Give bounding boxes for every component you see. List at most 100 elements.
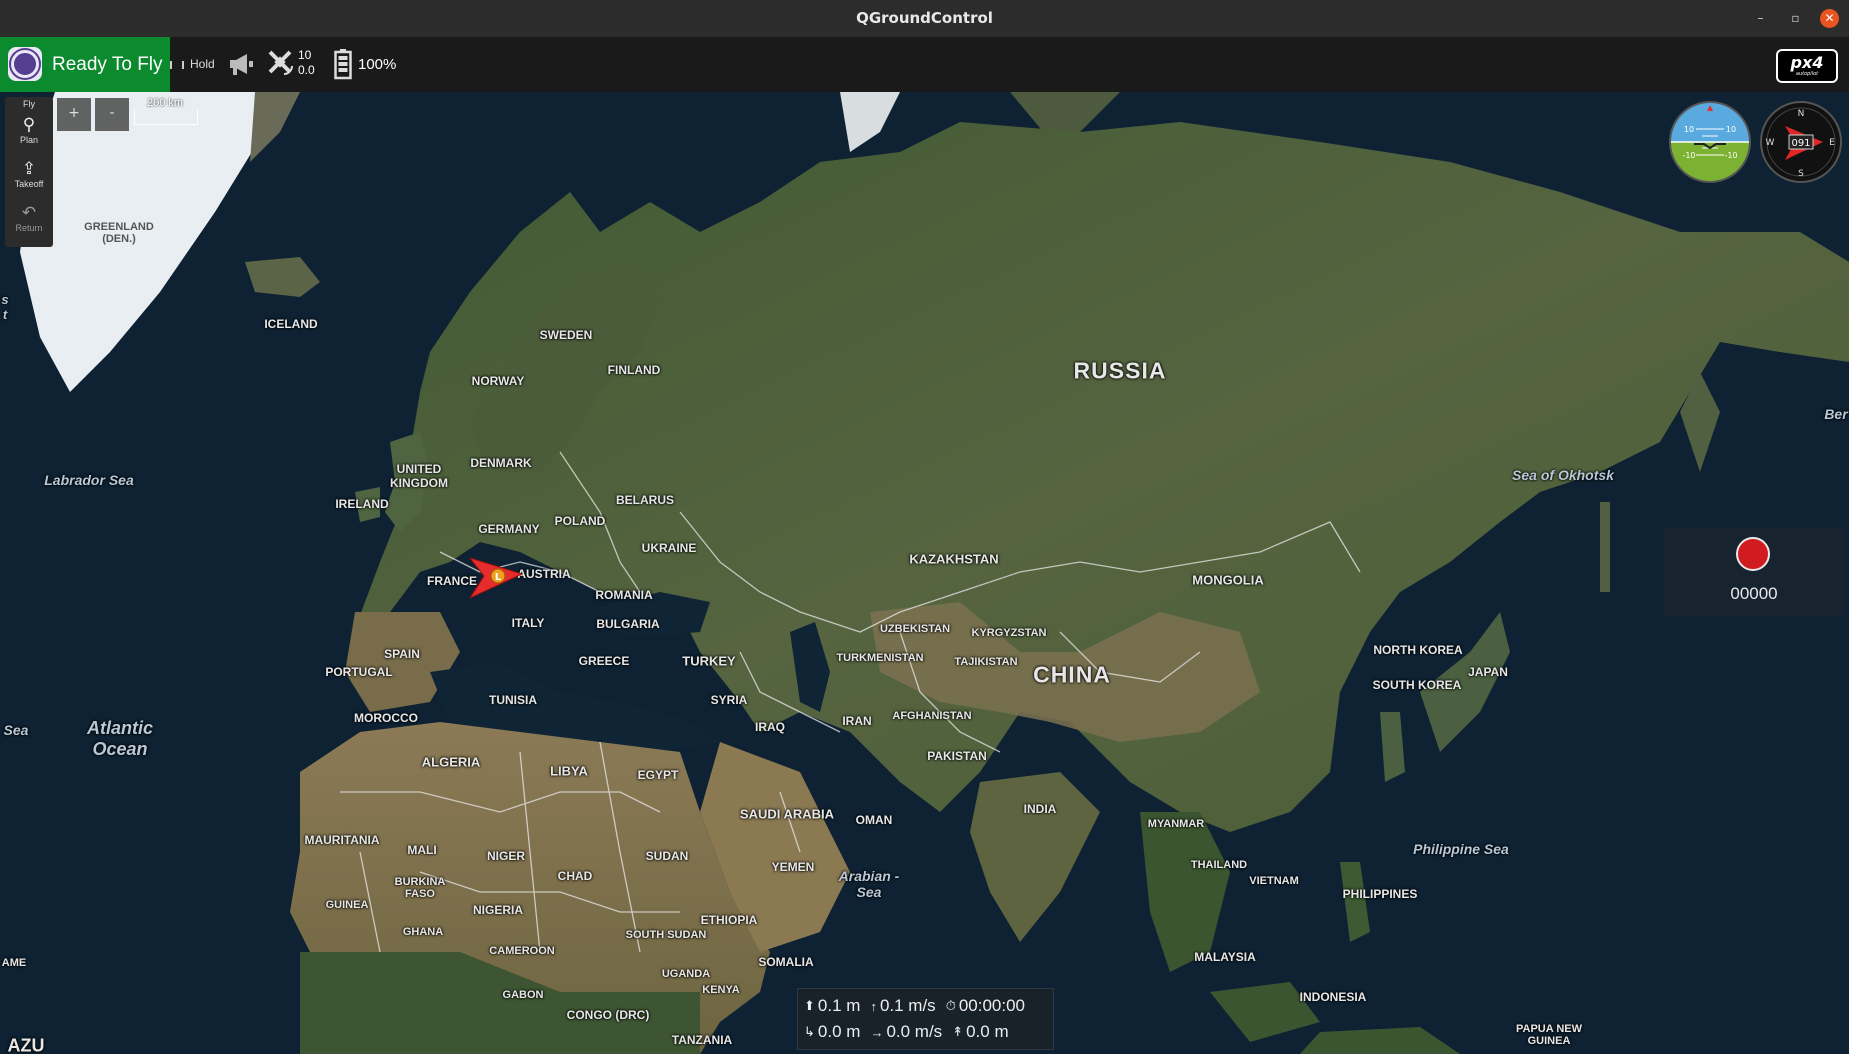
telemetry-distance-value: 0.0 m: [817, 1022, 861, 1041]
flight-mode-icon: [170, 60, 184, 69]
minimize-icon[interactable]: –: [1751, 9, 1770, 28]
record-button[interactable]: [1736, 537, 1770, 571]
vehicle-status-area[interactable]: Ready To Fly: [0, 37, 170, 92]
map-label-philippines: PHILIPPINES: [1342, 887, 1418, 901]
map-label-south-korea: SOUTH KOREA: [1372, 678, 1462, 692]
map-label-sea-of-okhotsk: Sea of Okhotsk: [1512, 467, 1614, 483]
map-label-myanmar: MYANMAR: [1147, 818, 1205, 830]
map-label-portugal: PORTUGAL: [325, 665, 393, 679]
vehicle-marker-icon[interactable]: L: [470, 546, 526, 602]
vehicle-status-text[interactable]: Ready To Fly: [52, 37, 163, 92]
map-label-kyrgyzstan: KYRGYZSTAN: [971, 627, 1047, 639]
telemetry-time: ⏱ 00:00:00: [946, 996, 1025, 1016]
tool-fly[interactable]: Fly: [5, 99, 53, 109]
attitude-indicator[interactable]: 10 10 -10 -10: [1668, 100, 1752, 184]
telemetry-row-1: ⬆ 0.1 m ↑ 0.1 m/s ⏱ 00:00:00: [804, 995, 1025, 1017]
map-label-congo: CONGO (DRC): [566, 1008, 650, 1022]
maximize-icon[interactable]: ▫: [1786, 9, 1805, 28]
zoom-in-button[interactable]: +: [57, 98, 91, 131]
battery-percent[interactable]: 100%: [358, 37, 396, 92]
altitude-icon: ⬆: [804, 998, 815, 1013]
compass-w: W: [1766, 138, 1775, 148]
return-icon: ↶: [21, 203, 37, 222]
map-label-greece: GREECE: [578, 654, 630, 668]
compass-indicator[interactable]: N E S W 091: [1759, 100, 1843, 184]
map-label-chad: CHAD: [557, 869, 593, 883]
compass-heading: 091: [1791, 138, 1810, 149]
flight-mode-selector[interactable]: Hold: [170, 37, 215, 92]
gps-satellite-icon[interactable]: [266, 48, 296, 78]
map-label-united-kingdom: UNITED KINGDOM: [390, 462, 448, 490]
map-label-ireland: IRELAND: [335, 497, 389, 511]
gps-satellite-count: 10: [298, 48, 312, 62]
map-label-india: INDIA: [1023, 802, 1057, 816]
tool-fly-label: Fly: [23, 99, 35, 109]
map-label-philippine-sea: Philippine Sea: [1413, 841, 1509, 857]
map-label-sudan: SUDAN: [645, 849, 689, 863]
tool-strip: Fly ⚲ Plan ⇪ Takeoff ↶ Return: [5, 97, 53, 247]
map-label-tajikistan: TAJIKISTAN: [954, 656, 1018, 668]
attitude-tick-4: -10: [1724, 151, 1737, 160]
gps-hdop: 0.0: [298, 63, 315, 77]
map-label-burkina-faso: BURKINA FASO: [394, 876, 446, 900]
map-label-mali: MALI: [407, 843, 437, 857]
telemetry-row-2: ↳ 0.0 m → 0.0 m/s ↟ 0.0 m: [804, 1021, 1009, 1043]
map-label-turkey: TURKEY: [682, 653, 736, 669]
close-icon[interactable]: ✕: [1820, 9, 1839, 28]
map-label-saudi-arabia: SAUDI ARABIA: [739, 806, 835, 822]
map-label-uzbekistan: UZBEKISTAN: [879, 623, 951, 635]
tool-return-label: Return: [15, 223, 43, 233]
telemetry-panel[interactable]: ⬆ 0.1 m ↑ 0.1 m/s ⏱ 00:00:00 ↳ 0.0 m → 0.0 m/…: [797, 988, 1054, 1050]
telemetry-ground-speed-value: 0.0 m/s: [886, 1022, 943, 1041]
tool-plan[interactable]: ⚲ Plan: [5, 115, 53, 145]
map-label-libya: LIBYA: [550, 763, 588, 779]
map-label-turkmenistan: TURKMENISTAN: [836, 652, 924, 664]
map-label-russia: RUSSIA: [1073, 357, 1167, 384]
map-label-azu: AZU: [7, 1035, 45, 1054]
qgc-logo-icon[interactable]: [8, 47, 42, 81]
map-label-norway: NORWAY: [471, 374, 525, 388]
map-label-atlantic: Atlantic Ocean: [86, 718, 153, 759]
distance-icon: ↳: [804, 1024, 815, 1039]
map-label-romania: ROMANIA: [595, 588, 653, 602]
map-label-morocco: MOROCCO: [354, 711, 418, 725]
map-label-poland: POLAND: [554, 514, 606, 528]
map-scale-text: 200 km: [146, 97, 184, 109]
attitude-tick-1: 10: [1684, 125, 1694, 134]
map-label-tunisia: TUNISIA: [489, 693, 537, 707]
megaphone-icon[interactable]: [227, 50, 255, 78]
map-label-gabon: GABON: [502, 989, 544, 1001]
telemetry-home-distance: ↟ 0.0 m: [952, 1022, 1008, 1042]
map-label-mongolia: MONGOLIA: [1192, 572, 1264, 588]
attitude-tick-2: 10: [1726, 125, 1736, 134]
main-toolbar: Ready To Fly Hold 10 0.0 100% px4 autopi…: [0, 37, 1849, 92]
telemetry-time-value: 00:00:00: [958, 996, 1026, 1015]
gps-status[interactable]: 10 0.0: [298, 48, 315, 78]
video-record-panel: 00000: [1664, 528, 1844, 616]
map-label-china: CHINA: [1033, 661, 1111, 688]
record-count: 00000: [1730, 584, 1778, 603]
map-label-egypt: EGYPT: [637, 768, 679, 782]
map-label-tanzania: TANZANIA: [671, 1033, 733, 1047]
tool-takeoff[interactable]: ⇪ Takeoff: [5, 159, 53, 189]
telemetry-home-distance-value: 0.0 m: [966, 1022, 1009, 1041]
telemetry-altitude: ⬆ 0.1 m: [804, 996, 860, 1016]
ground-speed-icon: →: [870, 1024, 884, 1040]
attitude-tick-3: -10: [1682, 151, 1695, 160]
battery-icon[interactable]: [334, 48, 352, 80]
map-label-cameroon: CAMEROON: [489, 945, 555, 957]
map-label-spain: SPAIN: [384, 647, 420, 661]
tool-return[interactable]: ↶ Return: [5, 203, 53, 233]
map-label-uganda: UGANDA: [661, 968, 711, 980]
map-label-left-edge: s t: [1, 292, 9, 322]
compass-n: N: [1798, 109, 1805, 119]
map-label-sea-left: Sea: [3, 722, 29, 738]
zoom-out-button[interactable]: -: [95, 98, 129, 131]
map-label-ame: AME: [1, 957, 27, 969]
satellite-map[interactable]: GREENLAND (DEN.) ICELAND SWEDEN FINLAND …: [0, 92, 1849, 1054]
flight-mode-label: Hold: [190, 57, 215, 71]
map-label-iraq: IRAQ: [755, 720, 785, 734]
map-label-ghana: GHANA: [402, 926, 444, 938]
map-label-iceland: ICELAND: [264, 317, 318, 331]
window-titlebar: QGroundControl – ▫ ✕: [0, 0, 1849, 37]
